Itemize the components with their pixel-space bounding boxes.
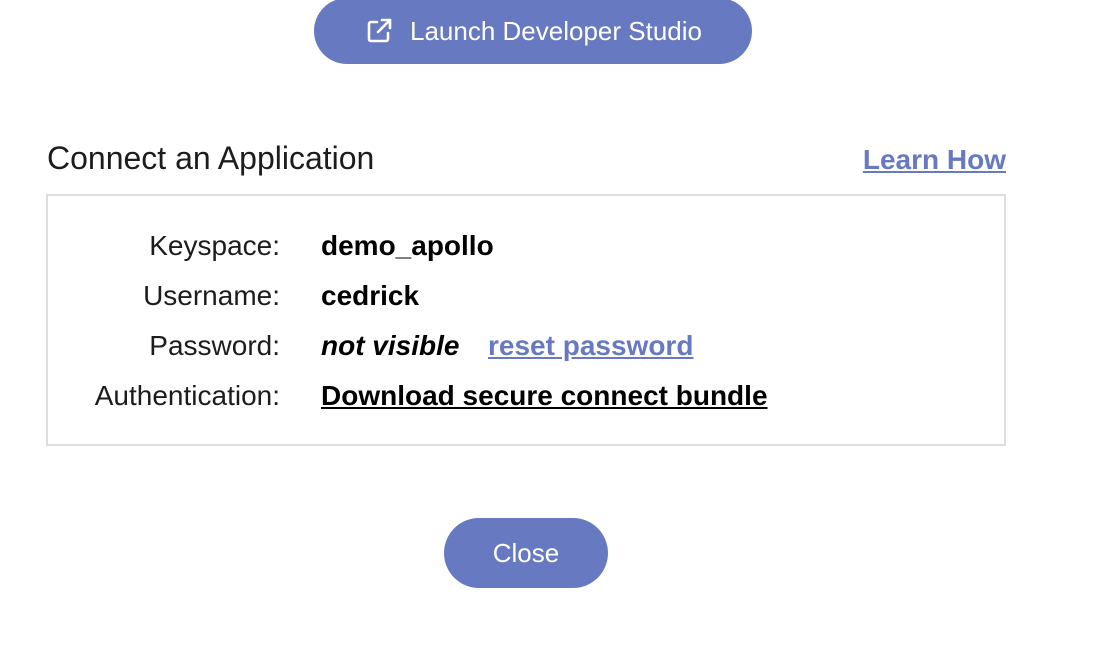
keyspace-label: Keyspace:	[149, 230, 280, 261]
learn-how-link[interactable]: Learn How	[863, 144, 1006, 176]
download-bundle-link[interactable]: Download secure connect bundle	[321, 376, 768, 416]
password-label: Password:	[149, 330, 280, 361]
username-value: cedrick	[321, 280, 420, 311]
connect-dialog: Launch Developer Studio Connect an Appli…	[0, 0, 1106, 666]
close-button[interactable]: Close	[444, 518, 608, 588]
username-row: Username: cedrick	[48, 276, 1004, 316]
keyspace-value: demo_apollo	[321, 230, 494, 261]
connection-info-box: Keyspace: demo_apollo Username: cedrick …	[46, 194, 1006, 446]
reset-password-link[interactable]: reset password	[488, 326, 693, 366]
connect-section-title: Connect an Application	[47, 140, 375, 176]
username-label: Username:	[143, 280, 280, 311]
launch-developer-studio-button[interactable]: Launch Developer Studio	[314, 0, 752, 64]
external-link-icon	[364, 16, 394, 46]
launch-developer-studio-label: Launch Developer Studio	[410, 15, 702, 46]
password-value: not visible	[321, 330, 460, 361]
password-row: Password: not visible reset password	[48, 326, 1004, 366]
authentication-row: Authentication: Download secure connect …	[48, 376, 1004, 416]
keyspace-row: Keyspace: demo_apollo	[48, 226, 1004, 266]
authentication-label: Authentication:	[94, 380, 280, 411]
